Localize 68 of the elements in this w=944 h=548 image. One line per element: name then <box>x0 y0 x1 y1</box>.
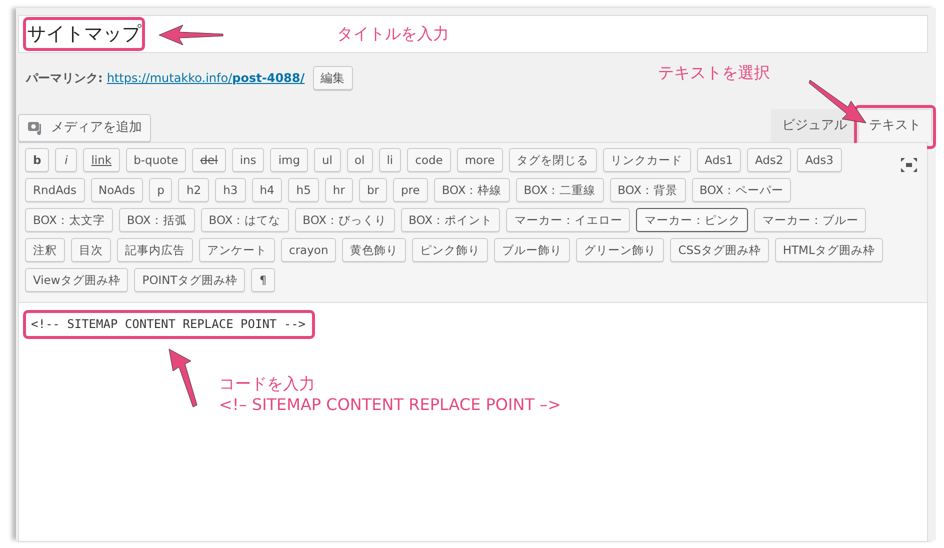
toolbar-button[interactable]: del <box>192 148 226 172</box>
toolbar-button[interactable]: 黄色飾り <box>342 238 406 262</box>
toolbar-button[interactable]: 注釈 <box>25 238 65 262</box>
toolbar-button[interactable]: h2 <box>178 178 210 202</box>
toolbar-button[interactable]: crayon <box>281 238 336 262</box>
toolbar-button[interactable]: pre <box>392 178 428 202</box>
toolbar-button[interactable]: ins <box>232 148 264 172</box>
toolbar-button[interactable]: i <box>55 148 78 172</box>
toolbar-button[interactable]: マーカー：ピンク <box>636 208 748 232</box>
toolbar-button[interactable]: マーカー：ブルー <box>754 208 866 232</box>
toolbar-button[interactable]: BOX：ペーパー <box>692 178 792 202</box>
toolbar-button[interactable]: Ads2 <box>746 148 792 172</box>
toolbar-button[interactable]: 目次 <box>71 238 111 262</box>
editor-tab[interactable]: ビジュアル <box>771 109 858 142</box>
toolbar-button[interactable]: ブルー飾り <box>494 238 570 262</box>
toolbar-button[interactable]: li <box>378 148 402 172</box>
toolbar-button[interactable]: img <box>270 148 308 172</box>
fullscreen-icon[interactable] <box>901 158 917 172</box>
toolbar-button[interactable]: CSSタグ囲み枠 <box>670 238 769 262</box>
toolbar-button[interactable]: b-quote <box>126 148 186 172</box>
toolbar-button[interactable]: RndAds <box>25 178 85 202</box>
toolbar-button[interactable]: BOX：太文字 <box>25 208 113 232</box>
annotation-text: <!– SITEMAP CONTENT REPLACE POINT –> <box>219 394 561 414</box>
toolbar-button[interactable]: b <box>25 148 50 172</box>
toolbar-button[interactable]: POINTタグ囲み枠 <box>134 268 246 292</box>
toolbar-button[interactable]: HTMLタグ囲み枠 <box>774 238 883 262</box>
toolbar-button[interactable]: link <box>83 148 120 172</box>
toolbar-button[interactable]: BOX：枠線 <box>434 178 510 202</box>
title-text: サイトマップ <box>27 22 141 45</box>
annotation-arrow <box>157 24 225 46</box>
toolbar-button[interactable]: br <box>358 178 387 202</box>
toolbar-button[interactable]: BOX：ポイント <box>400 208 500 232</box>
toolbar-button[interactable]: hr <box>324 178 353 202</box>
toolbar-button[interactable]: 記事内広告 <box>117 238 193 262</box>
edit-button[interactable]: 編集 <box>312 66 353 90</box>
editor-tab[interactable]: テキスト <box>858 109 932 142</box>
toolbar-button[interactable]: リンクカード <box>602 148 691 172</box>
toolbar-button[interactable]: グリーン飾り <box>576 238 664 262</box>
toolbar-button[interactable]: h5 <box>288 178 319 202</box>
toolbar-button[interactable]: Ads3 <box>797 148 842 172</box>
toolbar-button[interactable]: BOX：はてな <box>200 208 289 232</box>
toolbar-button[interactable]: more <box>456 148 503 172</box>
toolbar-button[interactable]: p <box>149 178 172 202</box>
permalink-url[interactable]: https://mutakko.info/post-4088/ <box>106 69 305 87</box>
toolbar-button[interactable]: ¶ <box>251 268 275 292</box>
toolbar-button[interactable]: タグを閉じる <box>508 148 597 172</box>
title-field[interactable]: サイトマップ タイトルを入力 <box>18 15 928 53</box>
add-media-button[interactable]: メディアを追加 <box>18 114 151 142</box>
toolbar-button[interactable]: アンケート <box>199 238 275 262</box>
toolbar-button[interactable]: code <box>407 148 451 172</box>
annotation-text: コードを入力 <box>219 372 316 394</box>
toolbar-button[interactable]: BOX：びっくり <box>294 208 395 232</box>
annotation-text: タイトルを入力 <box>336 23 449 45</box>
toolbar-button[interactable]: h3 <box>215 178 246 202</box>
toolbar-button[interactable]: ol <box>346 148 373 172</box>
toolbar-button[interactable]: BOX：括弧 <box>118 208 195 232</box>
toolbar-button[interactable]: BOX：二重線 <box>516 178 604 202</box>
code-text: <!-- SITEMAP CONTENT REPLACE POINT --> <box>30 316 306 330</box>
toolbar-button[interactable]: NoAds <box>90 178 144 202</box>
toolbar-button[interactable]: BOX：背景 <box>610 178 686 202</box>
toolbar-button[interactable]: Ads1 <box>696 148 741 172</box>
toolbar-button[interactable]: h4 <box>252 178 282 202</box>
toolbar-button[interactable]: Viewタグ囲み枠 <box>25 268 128 292</box>
annotation-text: テキストを選択 <box>658 62 770 84</box>
permalink-label: パーマリンク: <box>26 70 103 87</box>
toolbar-button[interactable]: ピンク飾り <box>412 238 488 262</box>
toolbar-button[interactable]: マーカー：イエロー <box>506 208 630 232</box>
toolbar-button[interactable]: ul <box>314 148 340 172</box>
